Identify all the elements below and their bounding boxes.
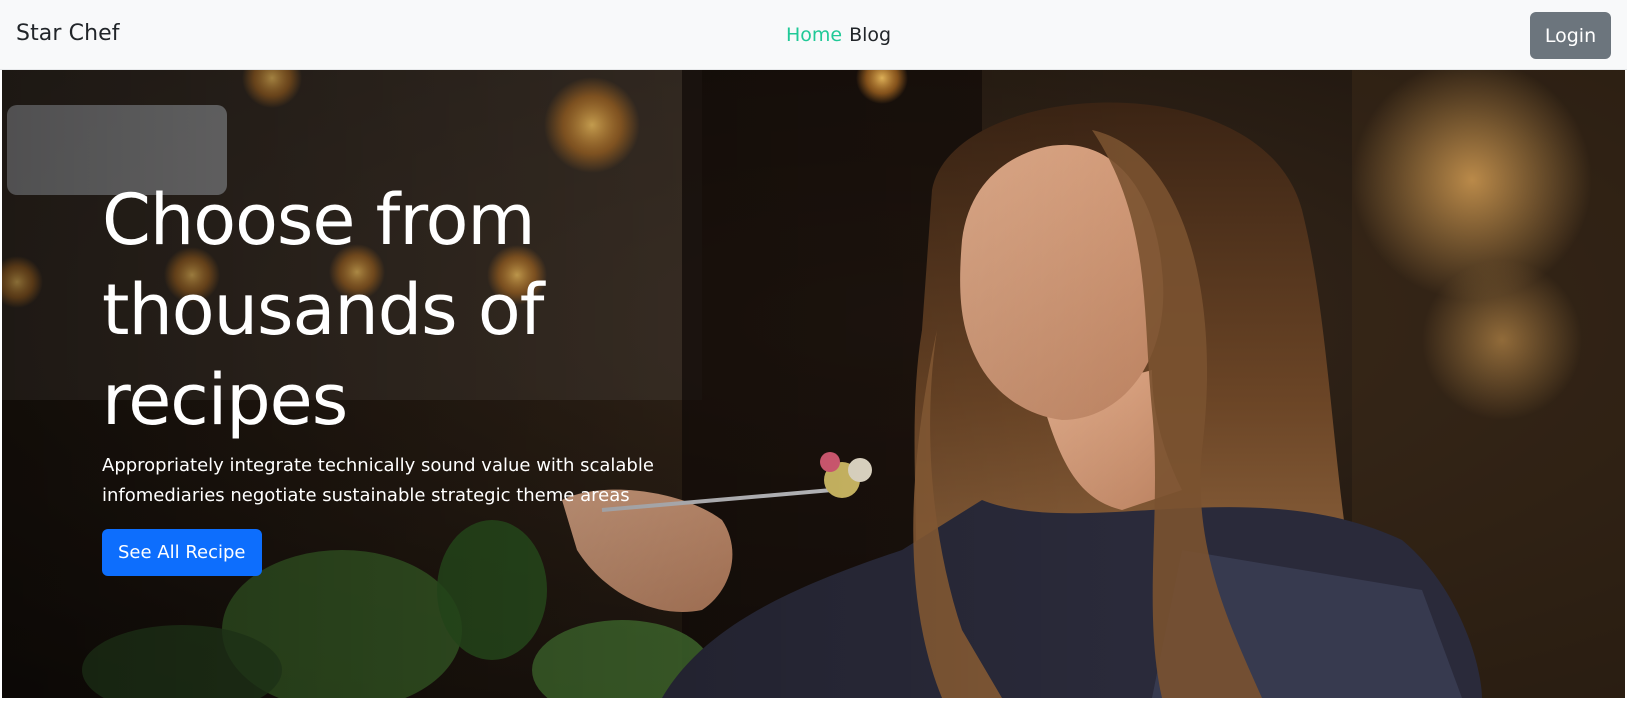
login-button[interactable]: Login <box>1530 12 1611 59</box>
hero-banner: Choose from thousands of recipes Appropr… <box>2 70 1625 698</box>
nav-link-home[interactable]: Home <box>786 24 842 46</box>
nav-link-blog[interactable]: Blog <box>849 24 891 46</box>
see-all-recipe-button[interactable]: See All Recipe <box>102 529 262 576</box>
navbar: Star Chef Home Blog Login <box>0 0 1627 70</box>
nav-links: Home Blog <box>786 24 891 46</box>
brand-logo[interactable]: Star Chef <box>16 21 120 46</box>
hero-title: Choose from thousands of recipes <box>102 179 544 441</box>
hero-description: Appropriately integrate technically soun… <box>102 455 654 506</box>
hero-content: Choose from thousands of recipes Appropr… <box>102 175 662 576</box>
